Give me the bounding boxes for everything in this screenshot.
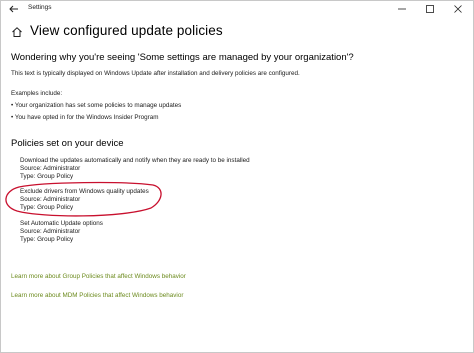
example-item: • Your organization has set some policie… <box>11 102 182 109</box>
policy-name: Exclude drivers from Windows quality upd… <box>20 188 149 195</box>
mdm-policies-link[interactable]: Learn more about MDM Policies that affec… <box>11 292 183 299</box>
example-item: • You have opted in for the Windows Insi… <box>11 114 159 121</box>
policy-item: Set Automatic Update options Source: Adm… <box>20 220 103 244</box>
close-button[interactable] <box>444 1 472 17</box>
minimize-button[interactable] <box>388 1 416 17</box>
minimize-icon <box>398 8 406 10</box>
maximize-button[interactable] <box>416 1 444 17</box>
policy-source: Source: Administrator <box>20 196 81 204</box>
intro-heading: Wondering why you're seeing 'Some settin… <box>11 52 354 63</box>
policy-type: Type: Group Policy <box>20 236 74 244</box>
window-title: Settings <box>28 4 52 11</box>
policy-item-highlighted: Exclude drivers from Windows quality upd… <box>20 188 149 212</box>
back-arrow-icon[interactable] <box>8 3 20 15</box>
policy-type: Type: Group Policy <box>20 204 74 212</box>
group-policies-link[interactable]: Learn more about Group Policies that aff… <box>11 273 186 280</box>
policy-type: Type: Group Policy <box>20 173 74 181</box>
policy-source: Source: Administrator <box>20 228 81 236</box>
page-title: View configured update policies <box>30 23 223 38</box>
close-icon <box>454 5 462 13</box>
settings-window: Settings View configured update policies… <box>0 0 474 353</box>
policies-heading: Policies set on your device <box>11 138 124 149</box>
policy-source: Source: Administrator <box>20 165 81 173</box>
maximize-icon <box>426 5 434 13</box>
examples-label: Examples include: <box>11 90 63 97</box>
policy-item: Download the updates automatically and n… <box>20 157 250 181</box>
policy-name: Download the updates automatically and n… <box>20 157 250 164</box>
home-icon[interactable] <box>11 26 23 38</box>
title-bar: Settings <box>1 1 473 17</box>
intro-text: This text is typically displayed on Wind… <box>11 70 300 77</box>
policy-name: Set Automatic Update options <box>20 220 103 227</box>
